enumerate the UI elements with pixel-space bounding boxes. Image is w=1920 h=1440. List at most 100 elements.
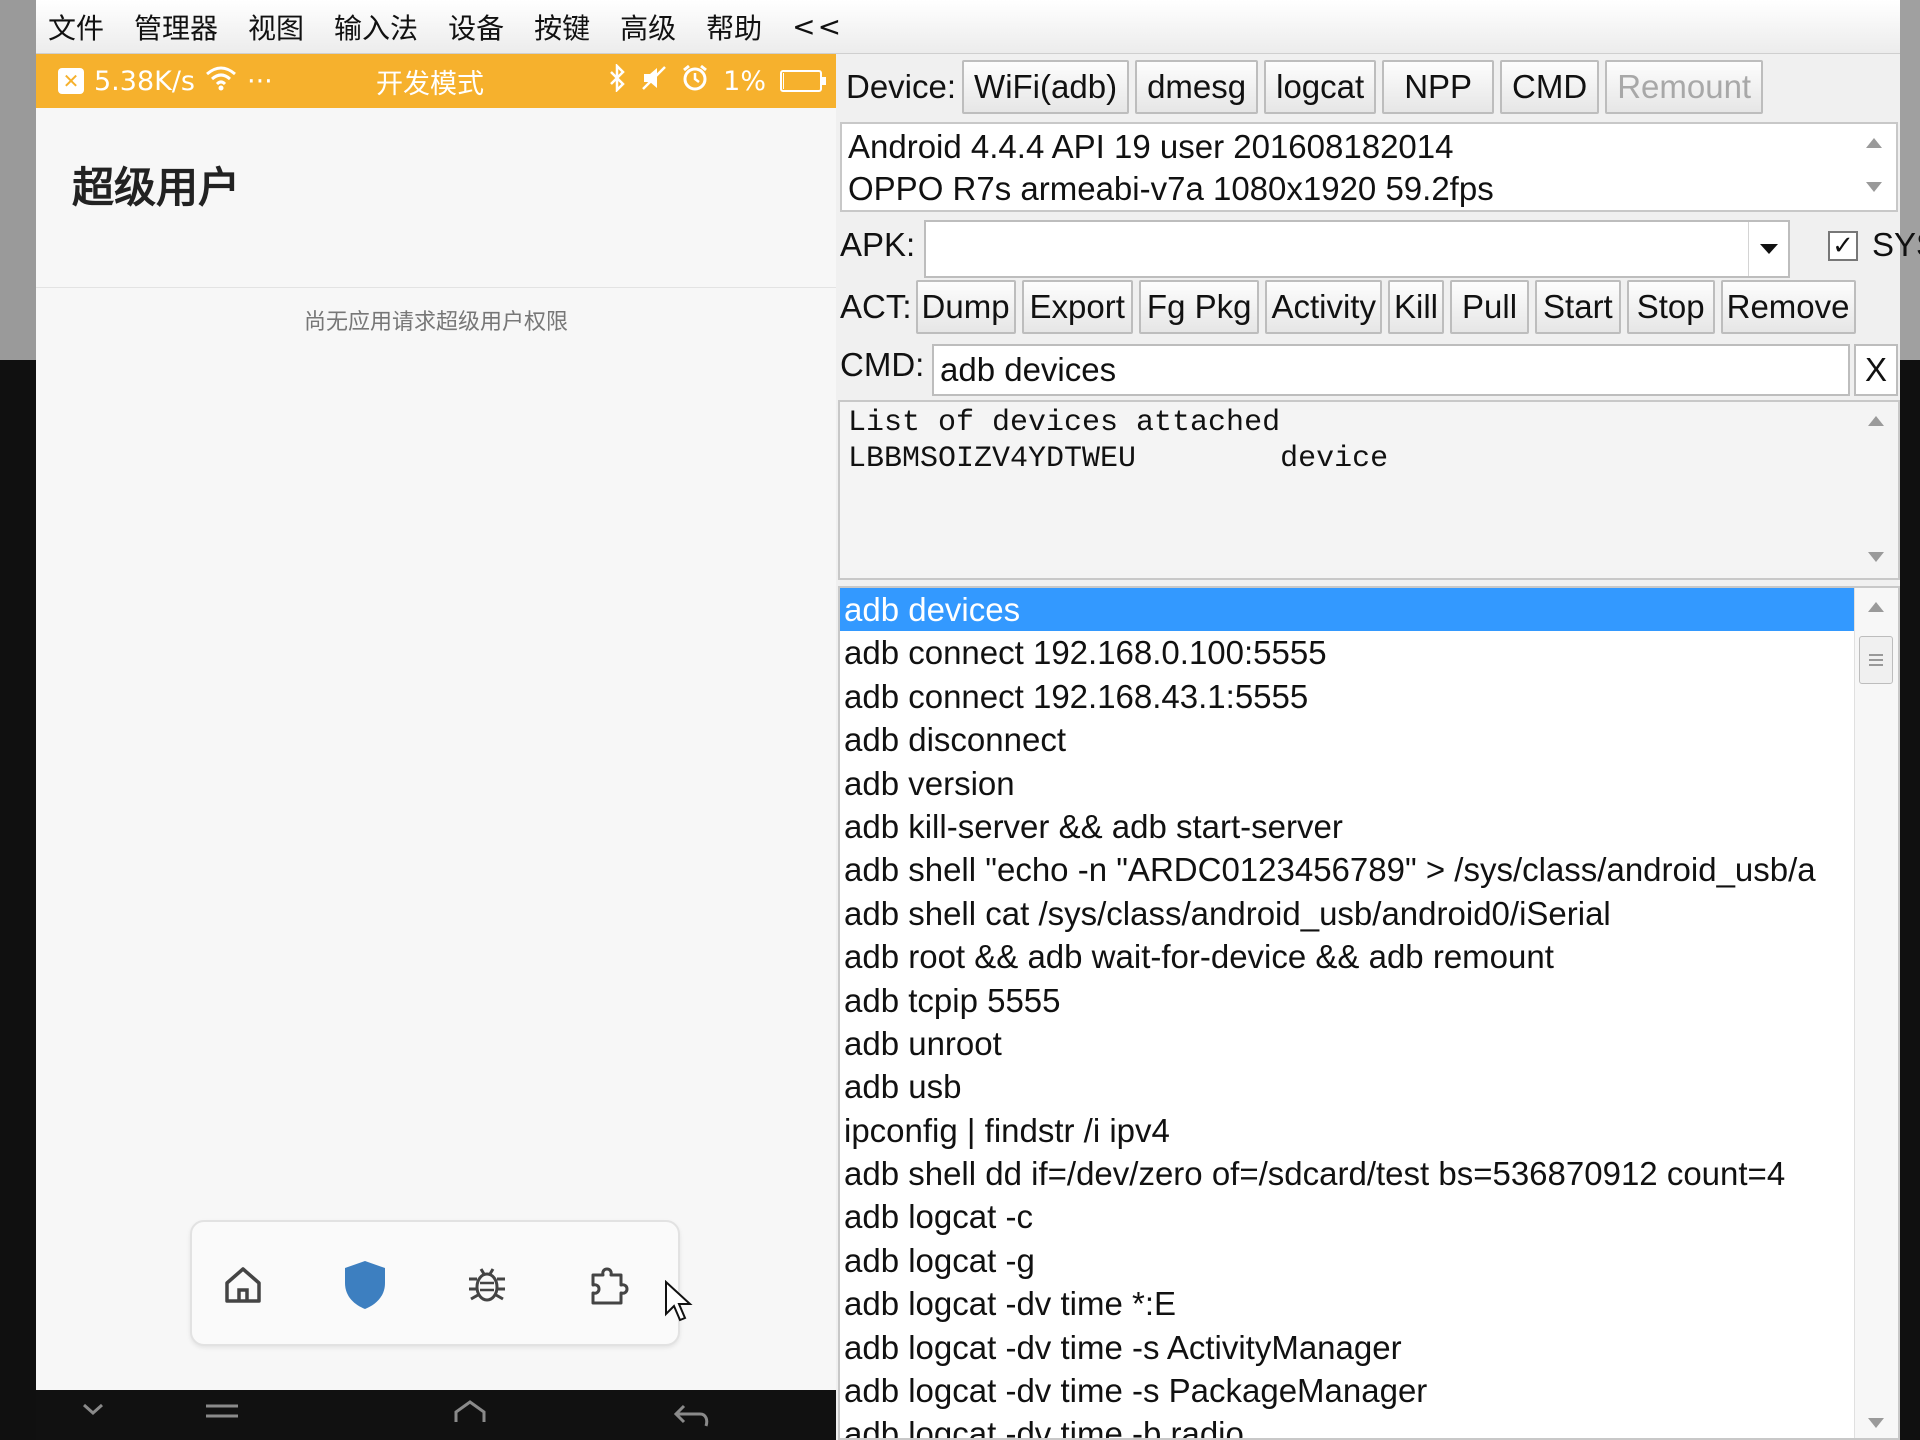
more-notifications: ··· xyxy=(247,65,273,97)
home-icon xyxy=(225,1267,261,1303)
command-list-item[interactable]: adb unroot xyxy=(840,1022,1854,1065)
command-list-item[interactable]: adb devices xyxy=(840,588,1854,632)
output-scrollbar[interactable] xyxy=(1854,402,1898,578)
apk-combobox[interactable] xyxy=(924,220,1790,278)
nav-debug-button[interactable] xyxy=(462,1260,512,1310)
kill-button[interactable]: Kill xyxy=(1387,280,1444,334)
activity-button[interactable]: Activity xyxy=(1265,280,1382,334)
mute-icon xyxy=(641,65,667,98)
menu-input-method[interactable]: 输入法 xyxy=(334,7,418,47)
command-history-list: adb devices adb connect 192.168.0.100:555… xyxy=(838,586,1900,1440)
command-list-item[interactable]: adb version xyxy=(840,762,1854,805)
command-list-item[interactable]: adb logcat -g xyxy=(840,1239,1854,1282)
scroll-up-icon[interactable] xyxy=(1866,138,1882,148)
command-list-item[interactable]: adb tcpip 5555 xyxy=(840,979,1854,1022)
command-list-item[interactable]: adb kill-server && adb start-server xyxy=(840,805,1854,848)
command-list-item[interactable]: adb disconnect xyxy=(840,718,1854,761)
menu-advanced[interactable]: 高级 xyxy=(620,7,676,47)
hide-keyboard-icon[interactable] xyxy=(78,1392,108,1427)
command-list-item[interactable]: adb logcat -dv time -s PackageManager xyxy=(840,1369,1854,1412)
empty-state-message: 尚无应用请求超级用户权限 xyxy=(303,310,568,335)
alarm-icon xyxy=(681,64,709,99)
puzzle-icon xyxy=(591,1267,629,1305)
collapse-panel-button[interactable]: << xyxy=(792,10,843,43)
screen-frame-left xyxy=(0,0,36,1440)
wifi-adb-button[interactable]: WiFi(adb) xyxy=(962,60,1130,114)
pull-button[interactable]: Pull xyxy=(1450,280,1530,334)
command-list-item[interactable]: adb shell "echo -n "ARDC0123456789" > /s… xyxy=(840,848,1854,891)
export-button[interactable]: Export xyxy=(1021,280,1133,334)
npp-button[interactable]: NPP xyxy=(1382,60,1495,114)
nav-modules-button[interactable] xyxy=(584,1260,634,1310)
dmesg-button[interactable]: dmesg xyxy=(1135,60,1259,114)
fg-pkg-button[interactable]: Fg Pkg xyxy=(1138,280,1260,334)
command-list-item[interactable]: adb usb xyxy=(840,1065,1854,1108)
clear-command-button[interactable]: X xyxy=(1854,344,1898,396)
apk-dropdown-button[interactable] xyxy=(1748,222,1788,276)
remount-button[interactable]: Remount xyxy=(1605,60,1764,114)
command-list-item[interactable]: adb shell cat /sys/class/android_usb/and… xyxy=(840,892,1854,935)
scroll-down-icon[interactable] xyxy=(1868,1418,1884,1428)
page-title: 超级用户 xyxy=(72,163,241,212)
sys-checkbox[interactable]: ✓ xyxy=(1828,231,1858,261)
cmd-button[interactable]: CMD xyxy=(1500,60,1600,114)
info-scrollbar[interactable] xyxy=(1852,124,1896,210)
bottom-navigation xyxy=(190,1220,680,1346)
menu-file[interactable]: 文件 xyxy=(48,7,104,47)
android-navigation-bar xyxy=(36,1390,836,1440)
scroll-down-icon[interactable] xyxy=(1866,182,1882,192)
remove-button[interactable]: Remove xyxy=(1720,280,1856,334)
command-list-item[interactable]: adb logcat -c xyxy=(840,1195,1854,1238)
device-label: Device: xyxy=(846,68,957,105)
phone-screen: ✕ 5.38K/s ··· 开发模式 1% 超级用户 尚无应用请求超级用户权限 xyxy=(36,54,836,1440)
menu-keys[interactable]: 按键 xyxy=(534,7,590,47)
output-line-2: LBBMSOIZV4YDTWEU device xyxy=(848,442,1389,476)
android-home-icon[interactable] xyxy=(450,1398,490,1436)
menu-help[interactable]: 帮助 xyxy=(706,7,762,47)
command-list-item[interactable]: adb connect 192.168.43.1:5555 xyxy=(840,675,1854,718)
battery-level-fill xyxy=(783,73,784,89)
phone-status-bar: ✕ 5.38K/s ··· 开发模式 1% xyxy=(36,54,836,108)
menu-device[interactable]: 设备 xyxy=(448,7,504,47)
device-info-line-1: Android 4.4.4 API 19 user 201608182014 xyxy=(848,128,1454,165)
battery-percent: 1% xyxy=(723,65,766,97)
apk-label: APK: xyxy=(840,226,916,263)
close-notification-icon: ✕ xyxy=(58,68,84,94)
scroll-down-icon[interactable] xyxy=(1868,552,1884,562)
menu-icon[interactable] xyxy=(202,1398,242,1436)
command-list-item[interactable]: adb logcat -dv time -s ActivityManager xyxy=(840,1326,1854,1369)
list-scrollbar[interactable] xyxy=(1854,588,1898,1438)
device-toolbar: Device: WiFi(adb) dmesg logcat NPP CMD R… xyxy=(836,60,1764,114)
phone-app-header: 超级用户 xyxy=(36,108,836,288)
cmd-label: CMD: xyxy=(840,346,925,383)
device-info-box: Android 4.4.4 API 19 user 201608182014 O… xyxy=(840,122,1898,212)
command-list-item[interactable]: adb root && adb wait-for-device && adb r… xyxy=(840,935,1854,978)
scroll-up-icon[interactable] xyxy=(1868,416,1884,426)
developer-mode-label: 开发模式 xyxy=(376,68,484,100)
logcat-button[interactable]: logcat xyxy=(1264,60,1377,114)
act-label: ACT: xyxy=(840,288,912,325)
command-list-item[interactable]: adb logcat -dv time *:E xyxy=(840,1282,1854,1325)
start-button[interactable]: Start xyxy=(1535,280,1621,334)
bluetooth-icon xyxy=(607,62,627,99)
dump-button[interactable]: Dump xyxy=(915,280,1016,334)
menu-view[interactable]: 视图 xyxy=(248,7,304,47)
scroll-up-icon[interactable] xyxy=(1868,602,1884,612)
menu-manager[interactable]: 管理器 xyxy=(134,7,218,47)
command-list-item[interactable]: adb connect 192.168.0.100:5555 xyxy=(840,631,1854,674)
command-list-item[interactable]: ipconfig | findstr /i ipv4 xyxy=(840,1109,1854,1152)
adb-tools-panel: Device: WiFi(adb) dmesg logcat NPP CMD R… xyxy=(836,54,1920,1440)
scroll-thumb[interactable] xyxy=(1859,636,1893,684)
back-icon[interactable] xyxy=(672,1398,712,1436)
command-list-item[interactable]: adb shell dd if=/dev/zero of=/sdcard/tes… xyxy=(840,1152,1854,1195)
stop-button[interactable]: Stop xyxy=(1626,280,1715,334)
bug-icon xyxy=(469,1268,505,1302)
command-input[interactable]: adb devices xyxy=(932,344,1850,396)
activity-toolbar: ACT: Dump Export Fg Pkg Activity Kill Pu… xyxy=(836,280,1856,334)
chevron-down-icon xyxy=(1759,244,1778,254)
output-line-1: List of devices attached xyxy=(848,406,1281,440)
nav-home-button[interactable] xyxy=(218,1260,268,1310)
nav-superuser-button[interactable] xyxy=(340,1260,390,1310)
command-list-item[interactable]: adb logcat -dv time -b radio xyxy=(840,1412,1854,1438)
wifi-icon xyxy=(205,65,237,98)
